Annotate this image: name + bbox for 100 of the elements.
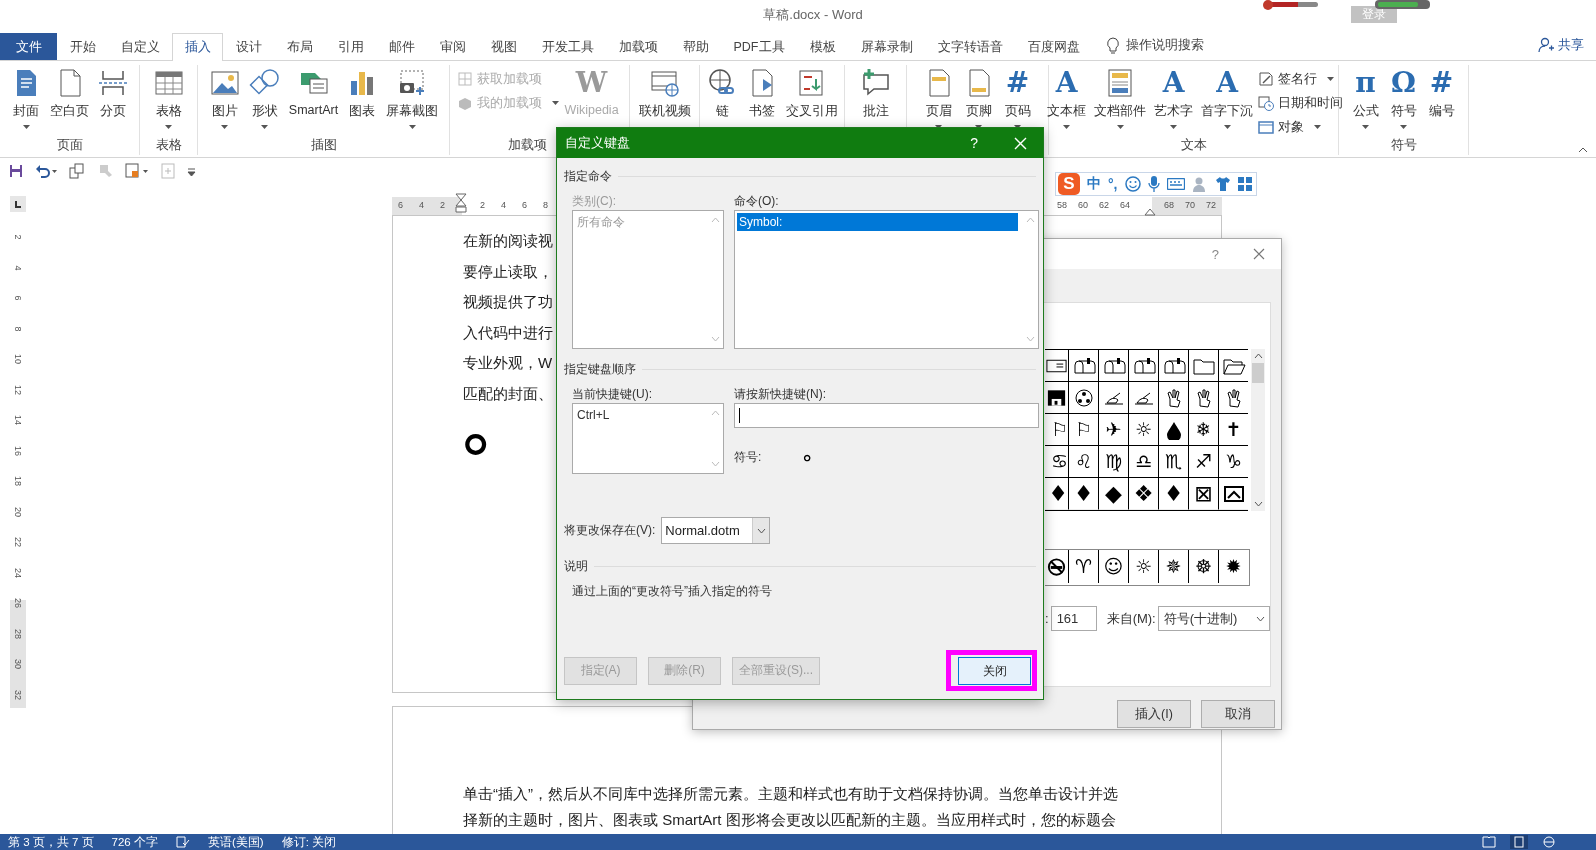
dialog-button[interactable]: 插入(I) <box>1117 700 1191 728</box>
symbol-cell[interactable]: ♑ <box>1218 446 1248 478</box>
ribbon-tab[interactable]: 屏幕录制 <box>848 33 925 60</box>
ribbon-button[interactable]: Ω 符号 <box>1385 65 1422 137</box>
ribbon-tab[interactable]: 帮助 <box>670 33 721 60</box>
ribbon-tab[interactable]: 插入 <box>172 33 223 61</box>
symbol-cell[interactable]: ☼ <box>1128 550 1158 583</box>
symbol-cell[interactable] <box>1158 382 1188 414</box>
symbol-cell[interactable] <box>1098 350 1128 382</box>
web-layout-icon[interactable] <box>1542 836 1556 848</box>
print-layout-icon[interactable] <box>1510 835 1528 849</box>
ribbon-button[interactable]: 屏幕截图 <box>383 65 442 137</box>
ribbon-tab[interactable]: 文字转语音 <box>925 33 1015 60</box>
symbol-cell[interactable]: ♦ <box>1068 478 1098 510</box>
symbol-cell[interactable]: ♏ <box>1158 446 1188 478</box>
proofing-icon[interactable] <box>175 836 190 848</box>
ribbon-tab[interactable]: 布局 <box>274 33 325 60</box>
symbol-cell[interactable] <box>1098 382 1128 414</box>
list-item[interactable]: Ctrl+L <box>575 406 703 424</box>
symbol-cell[interactable]: ☸ <box>1188 550 1218 583</box>
microphone-icon[interactable] <box>1147 176 1160 192</box>
symbol-cell[interactable] <box>1188 382 1218 414</box>
ribbon-tab[interactable]: 视图 <box>478 33 529 60</box>
symbol-cell[interactable]: ♎ <box>1128 446 1158 478</box>
symbol-cell[interactable]: ✈ <box>1098 414 1128 446</box>
keyboard-icon[interactable] <box>1166 178 1185 190</box>
ribbon-button[interactable]: 分页 <box>94 65 132 137</box>
symbol-cell[interactable]: ☺ <box>1098 550 1128 583</box>
ribbon-tab[interactable]: 模板 <box>797 33 848 60</box>
symbol-cell[interactable]: ✹ <box>1218 550 1248 583</box>
symbol-cell[interactable]: ⊠ <box>1188 478 1218 510</box>
undo-icon[interactable] <box>35 164 57 178</box>
tab-stop-icon[interactable] <box>10 196 26 212</box>
scrollbar[interactable] <box>1251 349 1265 511</box>
page-count[interactable]: 第 3 页，共 7 页 <box>8 834 94 850</box>
layout-icon[interactable] <box>125 163 149 179</box>
copy-icon[interactable] <box>69 163 85 179</box>
ribbon-tab[interactable]: PDF工具 <box>721 33 797 60</box>
ribbon-tab[interactable]: 文件 <box>0 33 57 60</box>
ribbon-button[interactable]: 书签 <box>743 65 781 155</box>
scroll-thumb[interactable] <box>1252 363 1264 383</box>
symbol-cell[interactable] <box>1158 414 1188 446</box>
ribbon-button[interactable]: 对象 <box>1258 117 1343 137</box>
symbol-cell[interactable]: ♈ <box>1068 550 1098 583</box>
ribbon-button[interactable]: SmartArt <box>285 65 342 137</box>
command-list[interactable]: Symbol: <box>734 210 1039 349</box>
word-count[interactable]: 726 个字 <box>111 834 158 850</box>
input-field[interactable] <box>734 403 1039 428</box>
ribbon-tab[interactable]: 自定义 <box>108 33 172 60</box>
input-mode-toggle[interactable]: 中 <box>1087 175 1101 193</box>
symbol-cell[interactable]: ☼ <box>1128 414 1158 446</box>
ribbon-tab[interactable]: 审阅 <box>427 33 478 60</box>
ribbon-button[interactable]: 表格 <box>149 65 188 137</box>
symbol-cell[interactable]: ⚐ <box>1045 414 1068 446</box>
symbol-cell[interactable] <box>1068 382 1098 414</box>
ribbon-tab[interactable]: 邮件 <box>376 33 427 60</box>
ribbon-button[interactable]: 签名行 <box>1258 69 1343 89</box>
symbol-cell[interactable] <box>1188 350 1218 382</box>
symbol-cell[interactable]: ❄ <box>1188 414 1218 446</box>
ribbon-tab[interactable]: 设计 <box>223 33 274 60</box>
caret-up-icon[interactable] <box>1578 147 1588 153</box>
ribbon-tab[interactable]: 开始 <box>57 33 108 60</box>
ribbon-button[interactable]: 文档部件 <box>1091 65 1149 137</box>
symbol-cell[interactable] <box>1068 350 1098 382</box>
ribbon-tab[interactable]: 百度网盘 <box>1015 33 1092 60</box>
ribbon-tab[interactable]: 开发工具 <box>529 33 606 60</box>
customize-icon[interactable] <box>187 166 196 176</box>
symbol-cell[interactable]: ♍ <box>1098 446 1128 478</box>
symbol-cell[interactable]: ✝ <box>1218 414 1248 446</box>
smiley-icon[interactable] <box>1124 176 1141 192</box>
symbol-cell[interactable]: ♦ <box>1045 478 1068 510</box>
read-mode-icon[interactable] <box>1482 836 1496 848</box>
share-button[interactable]: 共享 <box>1538 30 1584 60</box>
ribbon-button[interactable]: # 编号 <box>1423 65 1460 137</box>
ribbon-button[interactable]: 交叉引用 <box>783 65 841 155</box>
symbol-cell[interactable]: ◆ <box>1098 478 1128 510</box>
ribbon-button[interactable]: 图片 <box>205 65 244 137</box>
ribbon-button[interactable]: 空白页 <box>47 65 92 137</box>
indent-marker-icon[interactable] <box>455 193 467 213</box>
dialog-button[interactable]: 取消 <box>1201 700 1275 728</box>
symbol-cell[interactable] <box>1218 382 1248 414</box>
ribbon-button[interactable]: 日期和时间 <box>1258 93 1343 113</box>
symbol-cell[interactable]: ♐ <box>1188 446 1218 478</box>
symbol-cell[interactable]: ♋ <box>1045 446 1068 478</box>
help-button[interactable]: ? <box>970 135 978 151</box>
close-icon[interactable] <box>1253 248 1265 260</box>
symbol-cell[interactable]: ♦ <box>1158 478 1188 510</box>
ribbon-button[interactable]: A 艺术字 <box>1151 65 1196 137</box>
symbol-cell[interactable]: ✵ <box>1158 550 1188 583</box>
list-item[interactable]: Symbol: <box>737 213 1018 231</box>
tell-me-search[interactable]: 操作说明搜索 <box>1126 36 1204 54</box>
ribbon-button[interactable]: 批注 <box>856 65 895 155</box>
symbol-cell[interactable]: ❖ <box>1128 478 1158 510</box>
ribbon-button[interactable]: 封面 <box>7 65 45 137</box>
from-dropdown[interactable]: 符号(十进制) <box>1157 606 1270 631</box>
symbol-cell[interactable] <box>1128 382 1158 414</box>
shortcut-list[interactable]: Ctrl+L <box>572 403 724 474</box>
symbol-cell[interactable]: ⚐ <box>1068 414 1098 446</box>
symbol-cell[interactable] <box>1128 350 1158 382</box>
ribbon-button[interactable]: A 文本框 <box>1044 65 1089 137</box>
